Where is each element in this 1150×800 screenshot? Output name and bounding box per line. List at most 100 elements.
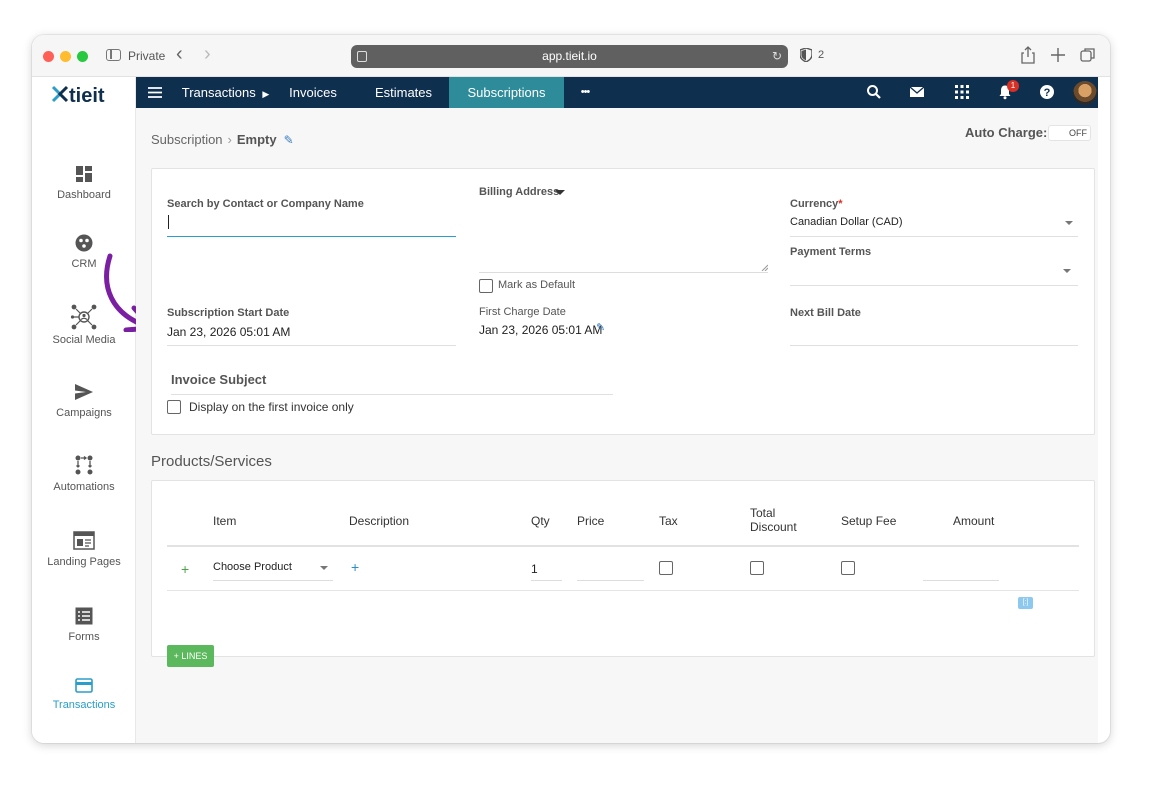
- svg-text:?: ?: [1044, 87, 1051, 99]
- tab-label: Estimates: [374, 85, 433, 100]
- subscription-form-card: Search by Contact or Company Name Billin…: [151, 168, 1095, 435]
- tab-transactions[interactable]: Transactions ▶: [178, 77, 273, 108]
- breadcrumb-current: Empty: [236, 132, 277, 147]
- send-icon: [75, 384, 93, 400]
- qty-input[interactable]: 1: [531, 559, 562, 581]
- mark-as-default-checkbox[interactable]: [479, 279, 493, 293]
- avatar[interactable]: [1073, 81, 1097, 105]
- start-date-value[interactable]: Jan 23, 2026 05:01 AM: [167, 325, 290, 339]
- first-charge-label: First Charge Date: [479, 306, 566, 318]
- tab-label: Invoices: [289, 85, 337, 100]
- back-icon[interactable]: ‹: [176, 44, 183, 64]
- products-card: Item Description Qty Price Tax Total Dis…: [151, 480, 1095, 657]
- currency-select[interactable]: Canadian Dollar (CAD): [790, 213, 1078, 237]
- column-header-item: Item: [213, 514, 237, 528]
- menu-icon[interactable]: [148, 87, 162, 98]
- amount-input[interactable]: [923, 559, 999, 581]
- choose-product-select[interactable]: Choose Product: [213, 559, 333, 581]
- share-icon[interactable]: [1018, 45, 1038, 65]
- browser-toolbar: Private ‹ › app.tieit.io ↻ 2: [32, 35, 1110, 77]
- setup-fee-checkbox[interactable]: [841, 561, 855, 575]
- sidebar-item-transactions[interactable]: Transactions: [32, 678, 136, 711]
- billing-address-dropdown-icon[interactable]: [555, 190, 565, 195]
- search-contact-label: Search by Contact or Company Name: [167, 198, 364, 210]
- address-bar[interactable]: app.tieit.io ↻: [351, 45, 788, 68]
- sidebar-item-campaigns[interactable]: Campaigns: [32, 383, 136, 419]
- help-icon[interactable]: ?: [1039, 84, 1055, 100]
- payment-terms-select[interactable]: [790, 261, 1078, 285]
- top-navigation: Transactions ▶ Invoices Estimates Subscr…: [136, 77, 1098, 114]
- currency-value: Canadian Dollar (CAD): [790, 216, 903, 228]
- sidebar-item-label: Forms: [68, 631, 100, 643]
- tab-subscriptions[interactable]: Subscriptions: [449, 77, 564, 114]
- choose-product-value: Choose Product: [213, 561, 292, 573]
- total-discount-checkbox[interactable]: [750, 561, 764, 575]
- breadcrumb-root[interactable]: Subscription: [151, 132, 223, 147]
- start-date-underline: [167, 345, 456, 346]
- tab-estimates[interactable]: Estimates: [361, 77, 446, 108]
- billing-address-label[interactable]: Billing Address: [479, 186, 559, 198]
- invoice-subject-underline: [171, 394, 613, 395]
- qty-value: 1: [531, 562, 538, 576]
- row-options-icon[interactable]: [:]: [1018, 597, 1033, 609]
- next-bill-label: Next Bill Date: [790, 307, 861, 319]
- crm-icon: [75, 234, 93, 252]
- mail-icon[interactable]: [909, 84, 925, 100]
- close-window-button[interactable]: [43, 51, 54, 62]
- social-media-icon: [70, 304, 97, 330]
- sidebar-item-automations[interactable]: Automations: [32, 455, 136, 493]
- resize-handle-icon[interactable]: [761, 264, 768, 271]
- breadcrumb-separator: ›: [227, 132, 232, 147]
- price-input[interactable]: [577, 559, 644, 581]
- sidebar-item-dashboard[interactable]: Dashboard: [32, 165, 136, 201]
- payment-terms-underline: [790, 285, 1078, 286]
- table-row-divider: [167, 590, 1079, 591]
- add-row-icon[interactable]: +: [181, 561, 189, 577]
- add-lines-button[interactable]: + LINES: [167, 645, 214, 667]
- dashboard-icon: [76, 166, 92, 182]
- forward-icon[interactable]: ›: [204, 44, 211, 64]
- new-tab-icon[interactable]: [1048, 45, 1068, 65]
- column-header-description: Description: [349, 514, 410, 528]
- form-icon: [75, 607, 93, 625]
- billing-address-textarea[interactable]: [479, 201, 768, 273]
- notification-badge: 1: [1007, 80, 1019, 92]
- column-header-qty: Qty: [531, 514, 550, 528]
- sidebar-item-label: Social Media: [52, 334, 116, 346]
- chevron-down-icon: [1065, 221, 1073, 225]
- search-icon[interactable]: [866, 84, 882, 100]
- edit-pencil-icon[interactable]: ✎: [284, 133, 294, 147]
- tab-label: Transactions: [181, 85, 256, 100]
- table-header-divider: [167, 545, 1079, 547]
- url-text: app.tieit.io: [542, 49, 597, 63]
- auto-charge-toggle[interactable]: OFF: [1048, 125, 1091, 141]
- search-contact-input[interactable]: [167, 213, 456, 237]
- first-invoice-only-checkbox[interactable]: [167, 400, 181, 414]
- invoice-subject-label[interactable]: Invoice Subject: [171, 372, 266, 387]
- shield-icon[interactable]: [800, 48, 812, 62]
- more-tabs-button[interactable]: •••: [570, 77, 600, 108]
- sidebar-item-label: Transactions: [52, 699, 116, 711]
- sidebar-item-forms[interactable]: Forms: [32, 607, 136, 643]
- edit-pencil-icon[interactable]: ✎: [596, 321, 605, 334]
- column-header-price: Price: [577, 514, 605, 528]
- column-header-setup-fee: Setup Fee: [841, 514, 897, 528]
- sidebar-item-landing-pages[interactable]: Landing Pages: [32, 531, 136, 568]
- apps-grid-icon[interactable]: [954, 84, 970, 100]
- first-charge-value: Jan 23, 2026 05:01 AM: [479, 323, 603, 337]
- start-date-label: Subscription Start Date: [167, 307, 290, 319]
- add-description-icon[interactable]: +: [351, 559, 359, 575]
- reload-icon[interactable]: ↻: [772, 45, 782, 68]
- chevron-down-icon: [1063, 269, 1071, 273]
- toggle-state: OFF: [1069, 128, 1087, 138]
- maximize-window-button[interactable]: [77, 51, 88, 62]
- minimize-window-button[interactable]: [60, 51, 71, 62]
- sidebar: tieit Dashboard CRM Social Media Campaig…: [32, 77, 155, 743]
- sidebar-item-label: Automations: [53, 481, 115, 493]
- tieit-logo[interactable]: tieit: [51, 84, 113, 106]
- tab-invoices[interactable]: Invoices: [273, 77, 353, 108]
- tax-checkbox[interactable]: [659, 561, 673, 575]
- tabs-overview-icon[interactable]: [1078, 45, 1098, 65]
- sidebar-toggle-icon[interactable]: [106, 49, 121, 61]
- automation-icon: [75, 455, 93, 475]
